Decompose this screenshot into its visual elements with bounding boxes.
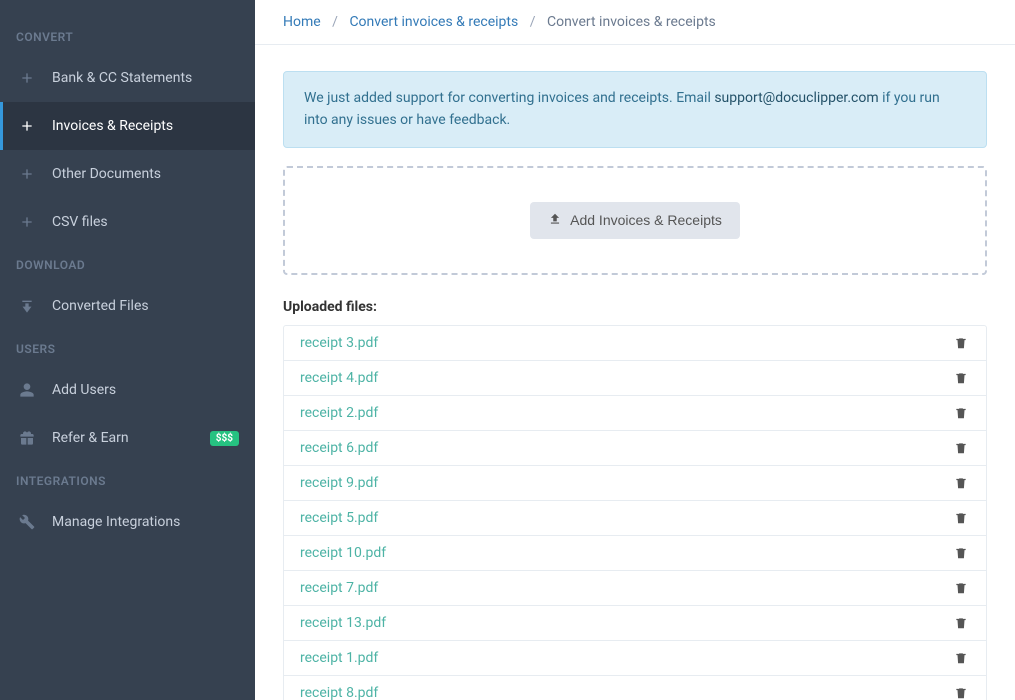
sidebar-item-other-documents[interactable]: Other Documents	[0, 150, 255, 198]
user-icon	[16, 379, 38, 401]
trash-icon	[954, 475, 968, 491]
sidebar-item-bank-cc-statements[interactable]: Bank & CC Statements	[0, 54, 255, 102]
plus-icon	[16, 67, 38, 89]
sidebar-item-converted-files[interactable]: Converted Files	[0, 282, 255, 330]
main-content: Home / Convert invoices & receipts / Con…	[255, 0, 1015, 700]
breadcrumb-mid[interactable]: Convert invoices & receipts	[349, 14, 518, 30]
trash-icon	[954, 650, 968, 666]
delete-file-button[interactable]	[952, 648, 970, 668]
sidebar-item-invoices-receipts[interactable]: Invoices & Receipts	[0, 102, 255, 150]
sidebar-item-csv-files[interactable]: CSV files	[0, 198, 255, 246]
download-icon	[16, 295, 38, 317]
gift-icon	[16, 427, 38, 449]
delete-file-button[interactable]	[952, 368, 970, 388]
delete-file-button[interactable]	[952, 613, 970, 633]
sidebar: CONVERT Bank & CC Statements Invoices & Re…	[0, 0, 255, 700]
sidebar-item-manage-integrations[interactable]: Manage Integrations	[0, 498, 255, 546]
breadcrumbs: Home / Convert invoices & receipts / Con…	[255, 0, 1015, 45]
file-row: receipt 13.pdf	[284, 606, 986, 641]
plus-icon	[16, 211, 38, 233]
breadcrumb-separator: /	[530, 14, 536, 30]
add-invoices-button[interactable]: Add Invoices & Receipts	[530, 202, 740, 239]
file-row: receipt 9.pdf	[284, 466, 986, 501]
file-row: receipt 7.pdf	[284, 571, 986, 606]
file-name[interactable]: receipt 8.pdf	[300, 685, 378, 700]
delete-file-button[interactable]	[952, 578, 970, 598]
upload-dropzone[interactable]: Add Invoices & Receipts	[283, 166, 987, 275]
file-name[interactable]: receipt 4.pdf	[300, 370, 378, 386]
delete-file-button[interactable]	[952, 438, 970, 458]
file-row: receipt 3.pdf	[284, 326, 986, 361]
delete-file-button[interactable]	[952, 508, 970, 528]
file-row: receipt 8.pdf	[284, 676, 986, 700]
support-email-link[interactable]: support@docuclipper.com	[714, 90, 878, 106]
file-name[interactable]: receipt 5.pdf	[300, 510, 378, 526]
breadcrumb-separator: /	[332, 14, 338, 30]
file-row: receipt 6.pdf	[284, 431, 986, 466]
trash-icon	[954, 580, 968, 596]
alert-text: We just added support for converting inv…	[304, 90, 714, 106]
sidebar-item-label: Add Users	[52, 382, 116, 398]
file-row: receipt 1.pdf	[284, 641, 986, 676]
add-invoices-label: Add Invoices & Receipts	[570, 212, 722, 228]
delete-file-button[interactable]	[952, 543, 970, 563]
upload-icon	[548, 212, 562, 229]
sidebar-item-label: Invoices & Receipts	[52, 118, 173, 134]
sidebar-item-label: Bank & CC Statements	[52, 70, 192, 86]
trash-icon	[954, 615, 968, 631]
uploaded-files-list: receipt 3.pdf receipt 4.pdf receipt 2.pdf r…	[283, 325, 987, 700]
trash-icon	[954, 440, 968, 456]
info-alert: We just added support for converting inv…	[283, 71, 987, 148]
file-name[interactable]: receipt 3.pdf	[300, 335, 378, 351]
file-name[interactable]: receipt 9.pdf	[300, 475, 378, 491]
sidebar-section-header: CONVERT	[0, 18, 255, 54]
delete-file-button[interactable]	[952, 333, 970, 353]
breadcrumb-current: Convert invoices & receipts	[547, 14, 716, 30]
breadcrumb-home[interactable]: Home	[283, 14, 321, 30]
file-name[interactable]: receipt 6.pdf	[300, 440, 378, 456]
sidebar-section-header: INTEGRATIONS	[0, 462, 255, 498]
plus-icon	[16, 163, 38, 185]
sidebar-item-label: Manage Integrations	[52, 514, 180, 530]
sidebar-item-label: Refer & Earn	[52, 430, 129, 446]
file-name[interactable]: receipt 1.pdf	[300, 650, 378, 666]
uploaded-files-header: Uploaded files:	[283, 299, 987, 315]
trash-icon	[954, 335, 968, 351]
sidebar-item-label: Other Documents	[52, 166, 161, 182]
money-badge: $$$	[210, 431, 239, 446]
sidebar-item-refer-earn[interactable]: Refer & Earn $$$	[0, 414, 255, 462]
sidebar-section-header: USERS	[0, 330, 255, 366]
trash-icon	[954, 685, 968, 700]
sidebar-item-add-users[interactable]: Add Users	[0, 366, 255, 414]
delete-file-button[interactable]	[952, 403, 970, 423]
file-name[interactable]: receipt 2.pdf	[300, 405, 378, 421]
delete-file-button[interactable]	[952, 473, 970, 493]
file-name[interactable]: receipt 13.pdf	[300, 615, 386, 631]
file-row: receipt 10.pdf	[284, 536, 986, 571]
sidebar-item-label: CSV files	[52, 214, 108, 230]
trash-icon	[954, 370, 968, 386]
sidebar-item-label: Converted Files	[52, 298, 149, 314]
file-row: receipt 2.pdf	[284, 396, 986, 431]
plus-icon	[16, 115, 38, 137]
file-name[interactable]: receipt 7.pdf	[300, 580, 378, 596]
trash-icon	[954, 545, 968, 561]
wrench-icon	[16, 511, 38, 533]
sidebar-section-header: DOWNLOAD	[0, 246, 255, 282]
delete-file-button[interactable]	[952, 683, 970, 700]
file-row: receipt 5.pdf	[284, 501, 986, 536]
trash-icon	[954, 405, 968, 421]
trash-icon	[954, 510, 968, 526]
file-row: receipt 4.pdf	[284, 361, 986, 396]
file-name[interactable]: receipt 10.pdf	[300, 545, 386, 561]
